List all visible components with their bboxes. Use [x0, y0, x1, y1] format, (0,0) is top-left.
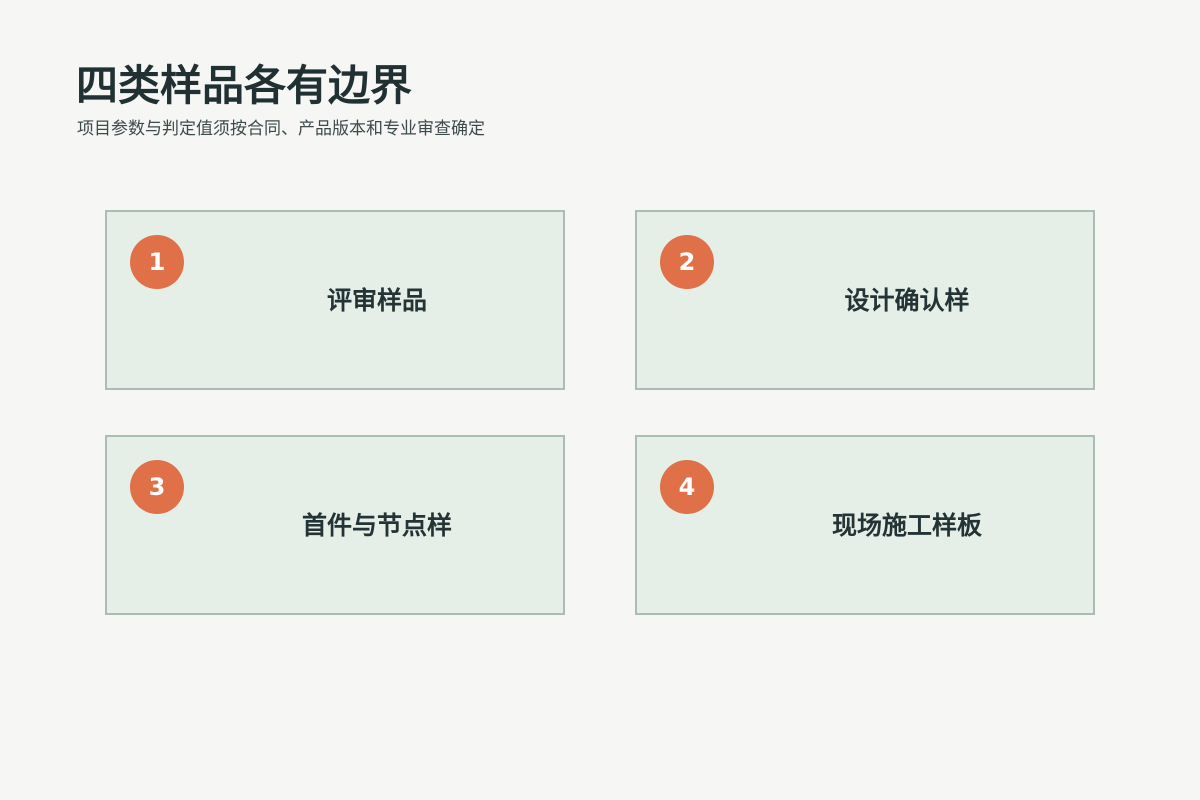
- number-badge: 4: [660, 460, 714, 514]
- card-label: 首件与节点样: [301, 511, 452, 540]
- sample-card-review: 1 评审样品: [105, 210, 565, 390]
- page-title: 四类样品各有边界: [76, 61, 413, 110]
- card-label: 设计确认样: [844, 286, 970, 315]
- number-badge: 2: [660, 235, 714, 289]
- page-subtitle: 项目参数与判定值须按合同、产品版本和专业审查确定: [77, 119, 485, 139]
- card-label: 评审样品: [326, 286, 427, 315]
- sample-card-design-confirmation: 2 设计确认样: [635, 210, 1095, 390]
- number-badge: 3: [130, 460, 184, 514]
- card-label: 现场施工样板: [831, 511, 982, 540]
- number-badge: 1: [130, 235, 184, 289]
- sample-card-first-article: 3 首件与节点样: [105, 435, 565, 615]
- sample-card-site-mockup: 4 现场施工样板: [635, 435, 1095, 615]
